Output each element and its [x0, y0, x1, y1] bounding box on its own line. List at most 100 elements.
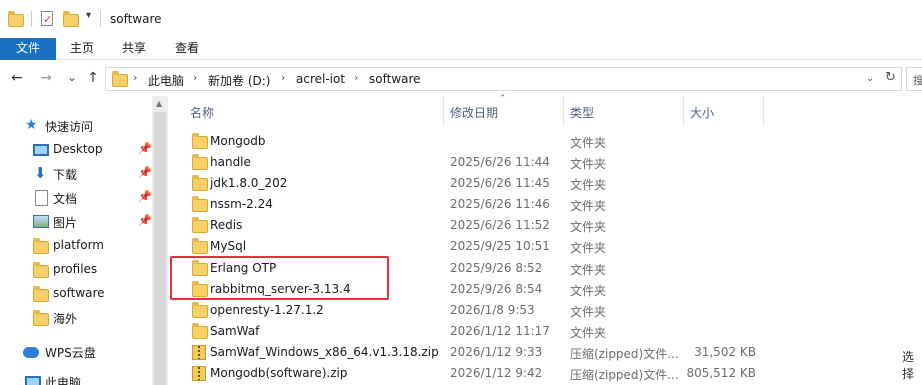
pin-icon: 📌: [138, 190, 152, 203]
column-header-size[interactable]: 大小: [690, 104, 714, 121]
file-type: 压缩(zipped)文件...: [570, 368, 679, 382]
folder-icon: [192, 217, 208, 233]
sidebar-item-label: 下载: [53, 168, 78, 182]
breadcrumb-drive[interactable]: 新加卷 (D:): [208, 72, 270, 89]
folder-icon: [192, 154, 208, 170]
file-name: Mongodb: [210, 134, 266, 148]
sidebar-item-label: 图片: [53, 216, 78, 230]
highlight-box: [170, 256, 389, 300]
up-icon[interactable]: ↑: [85, 70, 101, 86]
file-name: Redis: [210, 218, 243, 232]
sidebar-wps-cloud[interactable]: WPS云盘: [0, 340, 152, 364]
folder-icon: [33, 310, 49, 326]
customize-quick-access-icon[interactable]: ▾: [86, 10, 91, 21]
file-row[interactable]: Redis 2025/6/26 11:52 文件夹: [184, 215, 764, 236]
column-header-date[interactable]: 修改日期: [450, 104, 498, 121]
search-input[interactable]: 搜: [906, 67, 922, 91]
file-size: 805,512 KB: [686, 366, 756, 380]
new-folder-icon[interactable]: [63, 11, 79, 27]
scrollbar-thumb[interactable]: [154, 112, 166, 385]
pin-icon: 📌: [138, 166, 152, 179]
sidebar-this-pc[interactable]: 此电脑: [0, 370, 152, 385]
sidebar-item-overseas[interactable]: 海外: [0, 306, 152, 330]
tab-view[interactable]: 查看: [160, 38, 214, 60]
file-type: 文件夹: [570, 263, 607, 277]
file-type: 文件夹: [570, 284, 607, 298]
sidebar-quick-access[interactable]: ★ 快速访问: [0, 114, 152, 138]
file-size: 31,502 KB: [694, 345, 756, 359]
sidebar-item-label: 海外: [53, 312, 78, 326]
desktop-icon: [33, 144, 49, 156]
file-name: MySql: [210, 239, 247, 253]
file-date: 2026/1/12 9:42: [450, 366, 543, 380]
file-type: 文件夹: [570, 136, 607, 150]
file-date: 2025/6/26 11:44: [450, 155, 550, 169]
breadcrumb-this-pc[interactable]: 此电脑: [148, 72, 184, 89]
divider: [763, 96, 764, 126]
file-type: 文件夹: [570, 305, 607, 319]
scroll-up-icon[interactable]: ▲: [156, 99, 162, 108]
file-date: 2025/9/25 10:51: [450, 239, 550, 253]
sidebar-item-downloads[interactable]: ⬇ 下载 📌: [0, 162, 152, 186]
sidebar-item-platform[interactable]: platform: [0, 234, 152, 258]
chevron-right-icon: ›: [133, 71, 138, 84]
file-date: 2026/1/12 11:17: [450, 324, 550, 338]
details-pane-hint: 选择: [902, 350, 915, 381]
sidebar-item-pictures[interactable]: 图片 📌: [0, 210, 152, 234]
file-type: 压缩(zipped)文件...: [570, 347, 679, 361]
file-row[interactable]: SamWaf 2026/1/12 11:17 文件夹: [184, 321, 764, 342]
folder-icon: [192, 238, 208, 254]
column-header-type[interactable]: 类型: [570, 104, 594, 121]
file-row[interactable]: MySql 2025/9/25 10:51 文件夹: [184, 236, 764, 257]
divider: [683, 96, 684, 126]
tab-file[interactable]: 文件: [0, 38, 56, 60]
file-row[interactable]: SamWaf_Windows_x86_64.v1.3.18.zip 2026/1…: [184, 342, 764, 363]
properties-icon[interactable]: ✓: [40, 11, 56, 27]
file-row[interactable]: openresty-1.27.1.2 2026/1/8 9:53 文件夹: [184, 300, 764, 321]
breadcrumb-software[interactable]: software: [369, 72, 421, 86]
sidebar-item-label: 文档: [53, 192, 78, 206]
chevron-right-icon: ›: [193, 71, 198, 84]
file-name: SamWaf: [210, 324, 260, 338]
file-row[interactable]: jdk1.8.0_202 2025/6/26 11:45 文件夹: [184, 173, 764, 194]
pin-icon: 📌: [138, 142, 152, 155]
file-type: 文件夹: [570, 241, 607, 255]
folder-icon: [33, 286, 49, 302]
address-bar[interactable]: › 此电脑 › 新加卷 (D:) › acrel-iot › software …: [105, 67, 902, 91]
sidebar-item-profiles[interactable]: profiles: [0, 258, 152, 282]
file-type: 文件夹: [570, 178, 607, 192]
file-date: 2025/6/26 11:46: [450, 197, 550, 211]
file-row[interactable]: nssm-2.24 2025/6/26 11:46 文件夹: [184, 194, 764, 215]
file-date: 2025/6/26 11:52: [450, 218, 550, 232]
file-row[interactable]: handle 2025/6/26 11:44 文件夹: [184, 152, 764, 173]
sidebar-item-software[interactable]: software: [0, 282, 152, 306]
divider: [563, 96, 564, 126]
refresh-icon[interactable]: ↻: [885, 70, 896, 85]
forward-icon[interactable]: →: [38, 70, 54, 86]
ribbon-tabs: 文件 主页 共享 查看: [0, 38, 922, 60]
column-header-name[interactable]: 名称: [190, 104, 214, 121]
sidebar-item-desktop[interactable]: Desktop 📌: [0, 138, 152, 162]
recent-locations-icon[interactable]: ⌄: [64, 70, 80, 86]
file-type: 文件夹: [570, 220, 607, 234]
chevron-down-icon[interactable]: ⌄: [866, 73, 874, 84]
navigation-pane: ★ 快速访问 Desktop 📌 ⬇ 下载 📌 文档 📌 图片 📌 platfo…: [0, 96, 168, 385]
pictures-icon: [33, 215, 49, 228]
file-row[interactable]: Mongodb(software).zip 2026/1/12 9:42 压缩(…: [184, 363, 764, 384]
folder-icon: [192, 196, 208, 212]
file-name: jdk1.8.0_202: [210, 176, 288, 190]
folder-icon: [192, 175, 208, 191]
file-row[interactable]: Mongodb 文件夹: [184, 131, 764, 152]
sidebar-item-label: software: [53, 286, 105, 300]
zip-archive-icon: [192, 345, 206, 360]
sort-ascending-icon: ⌃: [499, 94, 507, 104]
back-icon[interactable]: ←: [9, 70, 25, 86]
star-icon: ★: [25, 117, 38, 133]
tab-share[interactable]: 共享: [108, 38, 160, 60]
folder-icon: [8, 11, 24, 27]
sidebar-item-label: profiles: [53, 262, 98, 276]
breadcrumb-acrel-iot[interactable]: acrel-iot: [296, 72, 345, 86]
sidebar-item-documents[interactable]: 文档 📌: [0, 186, 152, 210]
tab-home[interactable]: 主页: [56, 38, 108, 60]
window-title: software: [110, 12, 162, 26]
